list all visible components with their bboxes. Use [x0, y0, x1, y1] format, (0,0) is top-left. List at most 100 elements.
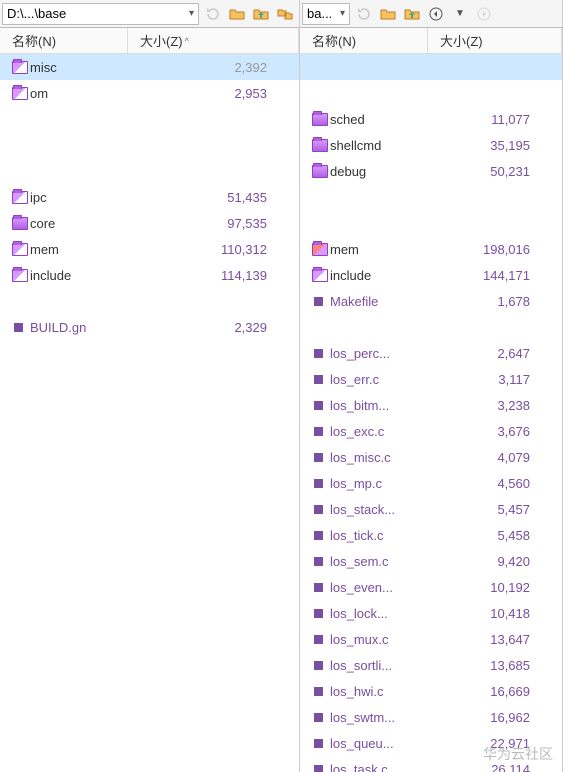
item-size: 110,312	[140, 242, 287, 257]
item-size: 35,195	[440, 138, 550, 153]
file-icon	[314, 687, 323, 696]
item-size: 2,647	[440, 346, 550, 361]
header-name[interactable]: 名称(N)	[0, 28, 128, 53]
folder-icon	[12, 191, 28, 204]
file-row[interactable]: los_even...10,192	[300, 574, 562, 600]
folder-icon	[12, 269, 28, 282]
folder-row[interactable]: core97,535	[0, 210, 299, 236]
folder-row[interactable]: include144,171	[300, 262, 562, 288]
left-headers: 名称(N) 大小(Z)^	[0, 28, 299, 54]
file-icon	[314, 401, 323, 410]
back-button[interactable]	[425, 3, 447, 25]
file-row[interactable]: los_misc.c4,079	[300, 444, 562, 470]
header-size[interactable]: 大小(Z)^	[128, 28, 299, 53]
file-row[interactable]: los_perc...2,647	[300, 340, 562, 366]
reload-button[interactable]	[353, 3, 375, 25]
file-icon	[314, 609, 323, 618]
file-icon	[314, 375, 323, 384]
left-toolbar: D:\...\base ▾	[0, 0, 299, 28]
file-row[interactable]: los_hwi.c16,669	[300, 678, 562, 704]
file-icon	[314, 661, 323, 670]
file-icon	[314, 557, 323, 566]
folder-row[interactable]: misc2,392	[0, 54, 299, 80]
item-name: los_perc...	[330, 346, 440, 361]
file-row[interactable]: los_swtm...16,962	[300, 704, 562, 730]
forward-button[interactable]	[473, 3, 495, 25]
item-size: 114,139	[140, 268, 287, 283]
item-name: include	[330, 268, 440, 283]
spacer-row	[300, 314, 562, 340]
path-dropdown[interactable]: ba... ▾	[302, 3, 350, 25]
folder-row[interactable]: debug50,231	[300, 158, 562, 184]
right-file-list[interactable]: sched11,077shellcmd35,195debug50,231mem1…	[300, 54, 562, 772]
file-icon	[314, 713, 323, 722]
file-row[interactable]: los_lock...10,418	[300, 600, 562, 626]
item-name: Makefile	[330, 294, 440, 309]
spacer-row	[300, 80, 562, 106]
folder-row[interactable]: mem110,312	[0, 236, 299, 262]
header-size[interactable]: 大小(Z)	[428, 28, 562, 53]
spacer-row	[300, 210, 562, 236]
file-row[interactable]: BUILD.gn2,329	[0, 314, 299, 340]
sort-indicator: ^	[185, 36, 189, 46]
item-size: 144,171	[440, 268, 550, 283]
file-row[interactable]: los_err.c3,117	[300, 366, 562, 392]
item-name: debug	[330, 164, 440, 179]
spacer-row	[300, 54, 562, 80]
file-row[interactable]: los_sem.c9,420	[300, 548, 562, 574]
file-row[interactable]: los_sortli...13,685	[300, 652, 562, 678]
folder-row[interactable]: ipc51,435	[0, 184, 299, 210]
file-row[interactable]: los_mux.c13,647	[300, 626, 562, 652]
chevron-down-icon: ▾	[189, 8, 194, 19]
item-size: 10,418	[440, 606, 550, 621]
file-row[interactable]: los_tick.c5,458	[300, 522, 562, 548]
file-row[interactable]: los_task.c26,114	[300, 756, 562, 772]
item-size: 4,079	[440, 450, 550, 465]
file-icon	[314, 531, 323, 540]
item-size: 16,669	[440, 684, 550, 699]
item-name: include	[30, 268, 140, 283]
spacer-row	[0, 106, 299, 132]
reload-button[interactable]	[202, 3, 224, 25]
item-name: los_mp.c	[330, 476, 440, 491]
file-row[interactable]: los_queu...22,971	[300, 730, 562, 756]
file-icon	[314, 297, 323, 306]
file-row[interactable]: los_bitm...3,238	[300, 392, 562, 418]
dropdown-button[interactable]: ▼	[449, 3, 471, 25]
item-size: 3,676	[440, 424, 550, 439]
item-name: core	[30, 216, 140, 231]
item-size: 4,560	[440, 476, 550, 491]
left-file-list[interactable]: misc2,392om2,953 ipc51,435core97,535mem11…	[0, 54, 299, 772]
item-size: 2,329	[140, 320, 287, 335]
path-text: ba...	[307, 6, 332, 21]
item-size: 16,962	[440, 710, 550, 725]
item-size: 13,647	[440, 632, 550, 647]
folder-row[interactable]: sched11,077	[300, 106, 562, 132]
file-row[interactable]: los_mp.c4,560	[300, 470, 562, 496]
folder-row[interactable]: mem198,016	[300, 236, 562, 262]
item-name: sched	[330, 112, 440, 127]
folder-row[interactable]: om2,953	[0, 80, 299, 106]
open-folder-button[interactable]	[377, 3, 399, 25]
folder-icon	[312, 139, 328, 152]
up-folder-button[interactable]	[401, 3, 423, 25]
compare-button[interactable]	[274, 3, 296, 25]
item-size: 11,077	[440, 112, 550, 127]
folder-row[interactable]: include114,139	[0, 262, 299, 288]
item-name: los_mux.c	[330, 632, 440, 647]
file-icon	[314, 427, 323, 436]
right-pane: ba... ▾ ▼ 名称(N) 大小(Z) sched11,077shellcm…	[300, 0, 563, 772]
open-folder-button[interactable]	[226, 3, 248, 25]
folder-row[interactable]: shellcmd35,195	[300, 132, 562, 158]
file-row[interactable]: Makefile1,678	[300, 288, 562, 314]
path-text: D:\...\base	[7, 6, 66, 21]
up-folder-button[interactable]	[250, 3, 272, 25]
item-name: mem	[330, 242, 440, 257]
header-name[interactable]: 名称(N)	[300, 28, 428, 53]
item-size: 26,114	[440, 762, 550, 772]
file-row[interactable]: los_stack...5,457	[300, 496, 562, 522]
item-name: om	[30, 86, 140, 101]
file-row[interactable]: los_exc.c3,676	[300, 418, 562, 444]
right-toolbar: ba... ▾ ▼	[300, 0, 562, 28]
path-dropdown[interactable]: D:\...\base ▾	[2, 3, 199, 25]
